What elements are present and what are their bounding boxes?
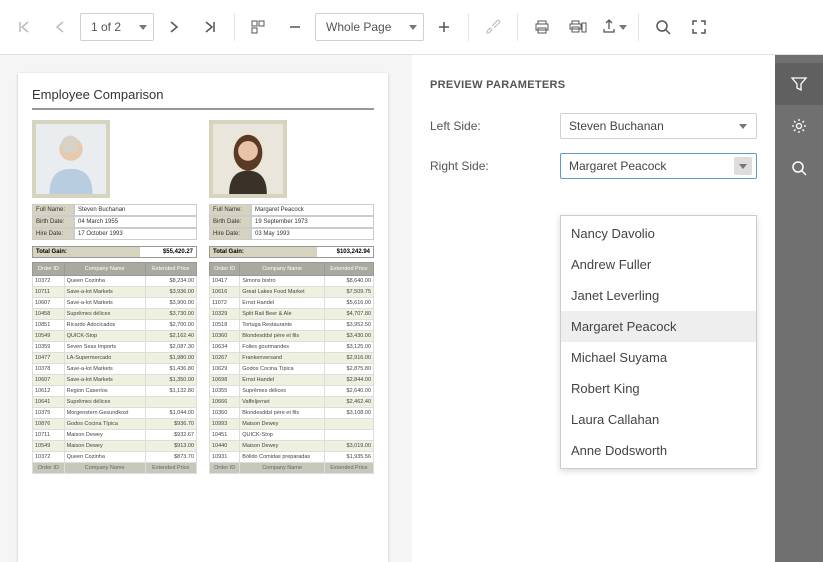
panel-heading: PREVIEW PARAMETERS [430,79,757,91]
highlight-button[interactable] [477,11,509,43]
toolbar: 1 of 2 Whole Page [0,0,823,55]
first-page-button[interactable] [8,11,40,43]
fullscreen-button[interactable] [683,11,715,43]
right-side-dropdown[interactable]: Nancy DavolioAndrew FullerJanet Leverlin… [560,215,757,469]
employee-left-column: Full Name:Steven Buchanan Birth Date:04 … [32,120,197,474]
employee-photo [32,120,110,198]
page-selector[interactable]: 1 of 2 [80,13,154,41]
document-page: Employee Comparison Full Name:Steven Buc… [18,73,388,562]
dropdown-option[interactable]: Anne Dodsworth [561,435,756,466]
caret-down-icon [739,164,747,169]
filter-tab[interactable] [775,63,823,105]
dropdown-option[interactable]: Andrew Fuller [561,249,756,280]
left-side-label: Left Side: [430,119,560,133]
preview-parameters-panel: PREVIEW PARAMETERS Left Side: Steven Buc… [412,55,775,562]
search-tab[interactable] [775,147,823,189]
next-page-button[interactable] [158,11,190,43]
orders-table-right: Order IDCompany NameExtended Price10417S… [209,262,374,474]
last-page-button[interactable] [194,11,226,43]
zoom-out-button[interactable] [279,11,311,43]
caret-down-icon [409,25,417,30]
report-title: Employee Comparison [32,87,374,102]
dropdown-option[interactable]: Robert King [561,373,756,404]
right-side-label: Right Side: [430,159,560,173]
dropdown-option[interactable]: Michael Suyama [561,342,756,373]
settings-tab[interactable] [775,105,823,147]
right-sidebar [775,55,823,562]
left-side-select[interactable]: Steven Buchanan [560,113,757,139]
dropdown-option[interactable]: Nancy Davolio [561,218,756,249]
employee-photo [209,120,287,198]
zoom-text: Whole Page [326,20,391,34]
search-button[interactable] [647,11,679,43]
caret-down-icon [619,25,627,30]
export-button[interactable] [598,11,630,43]
dropdown-option[interactable]: Janet Leverling [561,280,756,311]
document-preview: Employee Comparison Full Name:Steven Buc… [0,55,412,562]
dropdown-option[interactable]: Laura Callahan [561,404,756,435]
right-side-select[interactable]: Margaret Peacock [560,153,757,179]
zoom-in-button[interactable] [428,11,460,43]
caret-down-icon [139,25,147,30]
dropdown-option[interactable]: Margaret Peacock [561,311,756,342]
caret-down-icon [739,124,747,129]
print-button[interactable] [526,11,558,43]
print-page-button[interactable] [562,11,594,43]
employee-right-column: Full Name:Margaret Peacock Birth Date:19… [209,120,374,474]
multipage-button[interactable] [243,11,275,43]
zoom-selector[interactable]: Whole Page [315,13,424,41]
prev-page-button[interactable] [44,11,76,43]
main-area: Employee Comparison Full Name:Steven Buc… [0,55,823,562]
page-text: 1 of 2 [91,20,121,34]
orders-table-left: Order IDCompany NameExtended Price10372Q… [32,262,197,474]
